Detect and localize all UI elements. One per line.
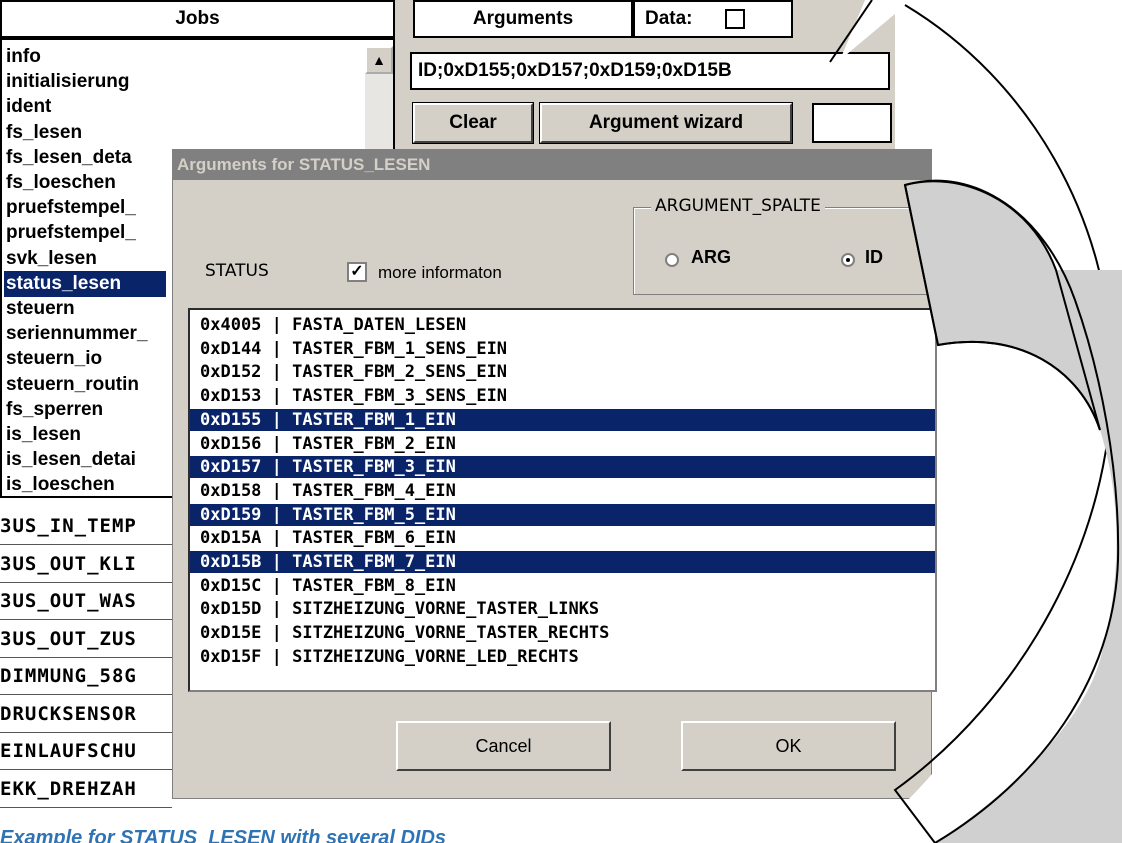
result-row[interactable]: DIMMUNG_58G (0, 658, 172, 695)
status-list-item[interactable]: 0xD15C | TASTER_FBM_8_EIN (190, 575, 935, 597)
checkmark-icon: ✓ (350, 263, 364, 280)
status-list-item[interactable]: 0xD156 | TASTER_FBM_2_EIN (190, 433, 935, 455)
status-list-item[interactable]: 0xD15B | TASTER_FBM_7_EIN (190, 551, 935, 573)
blank-field[interactable] (812, 103, 892, 143)
job-item[interactable]: fs_lesen (6, 120, 361, 146)
status-list-item[interactable]: 0xD159 | TASTER_FBM_5_EIN (190, 503, 935, 526)
result-row[interactable]: 3US_OUT_KLI (0, 546, 172, 583)
ok-button[interactable]: OK (681, 721, 896, 771)
result-row[interactable]: 3US_OUT_WAS (0, 583, 172, 620)
argument-spalte-group (633, 207, 935, 295)
job-item[interactable]: info (6, 44, 361, 70)
scroll-up-button[interactable]: ▲ (365, 46, 393, 74)
more-information-label[interactable]: more informaton (378, 263, 502, 283)
jobs-header: Jobs (0, 0, 395, 38)
radio-arg[interactable] (665, 253, 679, 267)
data-label: Data: (645, 8, 693, 29)
status-list-item[interactable]: 0xD15D | SITZHEIZUNG_VORNE_TASTER_LINKS (190, 598, 935, 620)
arrow-up-icon: ▲ (372, 52, 386, 68)
status-list-item[interactable]: 0xD15F | SITZHEIZUNG_VORNE_LED_RECHTS (190, 646, 935, 668)
result-row[interactable]: EINLAUFSCHU (0, 733, 172, 770)
job-item[interactable]: status_lesen (4, 270, 166, 297)
status-list-item[interactable]: 0x4005 | FASTA_DATEN_LESEN (190, 314, 935, 336)
status-list-item[interactable]: 0xD155 | TASTER_FBM_1_EIN (190, 408, 935, 431)
status-listbox[interactable]: 0x4005 | FASTA_DATEN_LESEN 0xD144 | TASTE… (188, 308, 937, 692)
status-list-item[interactable]: 0xD15A | TASTER_FBM_6_EIN (190, 527, 935, 549)
cancel-button[interactable]: Cancel (396, 721, 611, 771)
result-row[interactable]: EKK_DREHZAH (0, 771, 172, 808)
status-list-item[interactable]: 0xD15E | SITZHEIZUNG_VORNE_TASTER_RECHTS (190, 622, 935, 644)
arguments-dialog: Arguments for STATUS_LESEN ARGUMENT_SPAL… (172, 149, 937, 799)
status-list-item[interactable]: 0xD153 | TASTER_FBM_3_SENS_EIN (190, 385, 935, 407)
status-list-item[interactable]: 0xD144 | TASTER_FBM_1_SENS_EIN (190, 338, 935, 360)
argument-wizard-button[interactable]: Argument wizard (539, 102, 793, 144)
status-list-item[interactable]: 0xD157 | TASTER_FBM_3_EIN (190, 456, 935, 479)
radio-id[interactable] (841, 253, 855, 267)
figure-caption: Example for STATUS_LESEN with several DI… (0, 827, 447, 843)
data-toggle[interactable]: Data: (633, 0, 793, 38)
data-checkbox[interactable] (725, 9, 745, 29)
radio-arg-label[interactable]: ARG (691, 247, 731, 268)
clear-button[interactable]: Clear (412, 102, 534, 144)
job-item[interactable]: initialisierung (6, 69, 361, 95)
status-label: STATUS (205, 261, 269, 281)
more-information-checkbox[interactable]: ✓ (347, 262, 367, 282)
status-list-item[interactable]: 0xD152 | TASTER_FBM_2_SENS_EIN (190, 361, 935, 383)
radio-id-label[interactable]: ID (865, 247, 883, 268)
group-label: ARGUMENT_SPALTE (651, 196, 825, 216)
status-list-item[interactable]: 0xD158 | TASTER_FBM_4_EIN (190, 480, 935, 502)
job-item[interactable]: ident (6, 94, 361, 120)
dialog-title: Arguments for STATUS_LESEN (173, 150, 931, 180)
arguments-header: Arguments (413, 0, 633, 38)
arguments-input[interactable]: ID;0xD155;0xD157;0xD159;0xD15B (410, 52, 890, 90)
result-row[interactable]: 3US_OUT_ZUS (0, 621, 172, 658)
result-row[interactable]: 3US_IN_TEMP (0, 508, 172, 545)
result-row[interactable]: DRUCKSENSOR (0, 696, 172, 733)
